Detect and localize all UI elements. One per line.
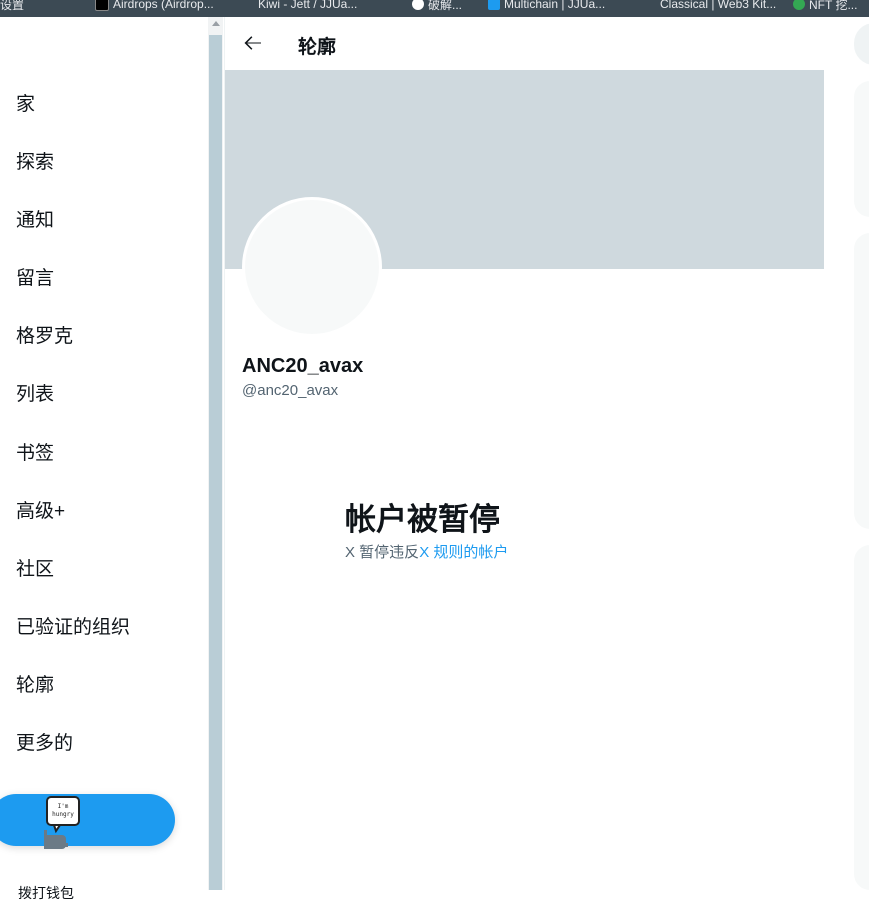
profile-handle: @anc20_avax [242, 382, 339, 399]
sidebar-item-profile[interactable]: 轮廓 [16, 674, 54, 698]
bookmark-item[interactable]: Airdrops (Airdrop... [95, 0, 214, 14]
bookmark-label: Airdrops (Airdrop... [113, 0, 214, 11]
sidebar-item-notifications[interactable]: 通知 [16, 209, 54, 233]
sidebar-item-lists[interactable]: 列表 [16, 383, 54, 407]
sidebar-item-messages[interactable]: 留言 [16, 267, 54, 291]
svg-text:hungry: hungry [52, 811, 74, 818]
bookmark-label: 破解... [428, 0, 463, 12]
x-rules-link[interactable]: X 规则的帐户 [419, 544, 508, 561]
hungry-cat-sticker-icon: I'm hungry [44, 796, 80, 849]
sidebar-card [854, 81, 869, 217]
bookmark-item[interactable]: NFT 挖... [793, 0, 857, 14]
sidebar-item-bookmarks[interactable]: 书签 [16, 442, 54, 466]
suspension-description: X 暂停违反X 规则的帐户 [345, 541, 508, 562]
sidebar-nav: 家 探索 通知 留言 格罗克 列表 书签 高级+ 社区 已验证的组织 轮廓 更多… [0, 17, 208, 901]
nft-icon [793, 0, 805, 10]
sidebar-card [854, 233, 869, 529]
search-input[interactable] [854, 23, 869, 65]
bookmark-label: NFT 挖... [809, 0, 858, 12]
scroll-up-icon[interactable] [212, 21, 220, 26]
x-logo-icon [95, 0, 109, 11]
sidebar-item-grok[interactable]: 格罗克 [16, 325, 73, 349]
page-title: 轮廓 [298, 37, 337, 58]
suspension-desc-text: X 暂停违反 [345, 544, 420, 561]
bookmark-item[interactable]: 破解... [412, 0, 462, 14]
bookmark-bar: 设置 Airdrops (Airdrop... Kiwi - Jett / JJ… [0, 0, 869, 17]
profile-header: 轮廓 [225, 17, 824, 70]
scrollbar-thumb[interactable] [209, 35, 222, 890]
sidebar-item-communities[interactable]: 社区 [16, 558, 54, 582]
profile-display-name: ANC20_avax [242, 355, 364, 377]
bookmark-label: Multichain | JJUa... [504, 0, 606, 11]
avatar[interactable] [242, 197, 382, 337]
bookmark-item[interactable]: Classical | Web3 Kit... [660, 0, 776, 14]
bookmark-label: Classical | Web3 Kit... [660, 0, 777, 11]
right-column [824, 17, 869, 890]
multichain-icon [488, 0, 500, 10]
bookmark-label: Kiwi - Jett / JJUa... [258, 0, 358, 11]
svg-text:I'm: I'm [58, 803, 69, 810]
sidebar-item-explore[interactable]: 探索 [16, 151, 54, 175]
bookmark-item[interactable]: Multichain | JJUa... [488, 0, 605, 14]
account-switcher[interactable]: 拨打钱包 [18, 883, 74, 903]
sidebar-card [854, 545, 869, 890]
sidebar-item-premium[interactable]: 高级+ [16, 500, 65, 524]
bookmark-item[interactable]: Kiwi - Jett / JJUa... [258, 0, 357, 14]
globe-icon [412, 0, 424, 10]
profile-column: 轮廓 ANC20_avax @anc20_avax 帐户被暂停 X 暂停违反X … [224, 17, 825, 890]
sidebar-item-more[interactable]: 更多的 [16, 732, 73, 756]
suspension-title: 帐户被暂停 [345, 502, 500, 537]
arrow-left-icon[interactable] [241, 31, 265, 55]
sidebar-item-verified-orgs[interactable]: 已验证的组织 [16, 616, 130, 640]
sidebar-item-home[interactable]: 家 [16, 93, 35, 117]
bookmark-label: 设置 [0, 0, 25, 12]
bookmark-item[interactable]: 设置 [0, 0, 24, 14]
